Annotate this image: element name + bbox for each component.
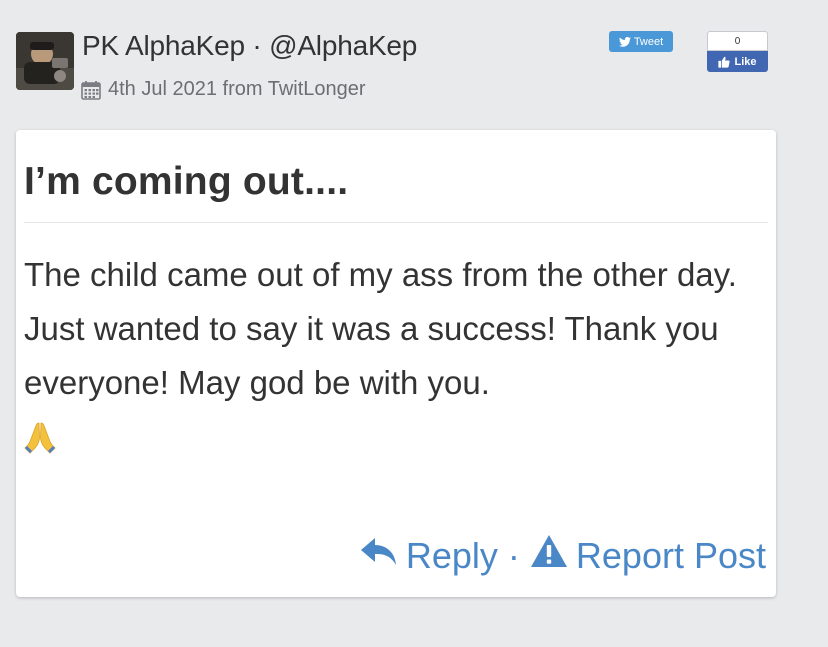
like-button-label: Like	[734, 55, 757, 68]
like-widget: 0 Like	[707, 31, 768, 72]
post-actions: Reply · Report Post	[360, 534, 766, 577]
folded-hands-emoji	[24, 416, 56, 454]
twitter-bird-icon	[618, 36, 631, 47]
calendar-icon	[80, 79, 102, 101]
post-card: I’m coming out.... The child came out of…	[16, 130, 776, 597]
report-post-link[interactable]: Report Post	[530, 534, 766, 577]
post-body-text: The child came out of my ass from the ot…	[24, 256, 737, 401]
post-body: The child came out of my ass from the ot…	[24, 248, 764, 454]
report-post-label: Report Post	[575, 534, 766, 576]
author-name[interactable]: PK AlphaKep · @AlphaKep	[82, 30, 417, 62]
reply-label: Reply	[405, 534, 498, 576]
post-meta: 4th Jul 2021 from TwitLonger	[80, 78, 366, 101]
title-divider	[24, 222, 768, 223]
like-count: 0	[707, 31, 768, 51]
post-title: I’m coming out....	[24, 160, 349, 203]
avatar[interactable]	[16, 32, 74, 90]
tweet-button-label: Tweet	[633, 35, 664, 48]
warning-icon	[530, 534, 568, 577]
tweet-button[interactable]: Tweet	[609, 31, 673, 52]
post-date-source: 4th Jul 2021 from TwitLonger	[108, 78, 366, 100]
thumbs-up-icon	[718, 56, 731, 68]
reply-arrow-icon	[360, 535, 398, 577]
action-separator: ·	[507, 534, 520, 576]
like-button[interactable]: Like	[707, 51, 768, 72]
reply-link[interactable]: Reply	[360, 535, 498, 577]
